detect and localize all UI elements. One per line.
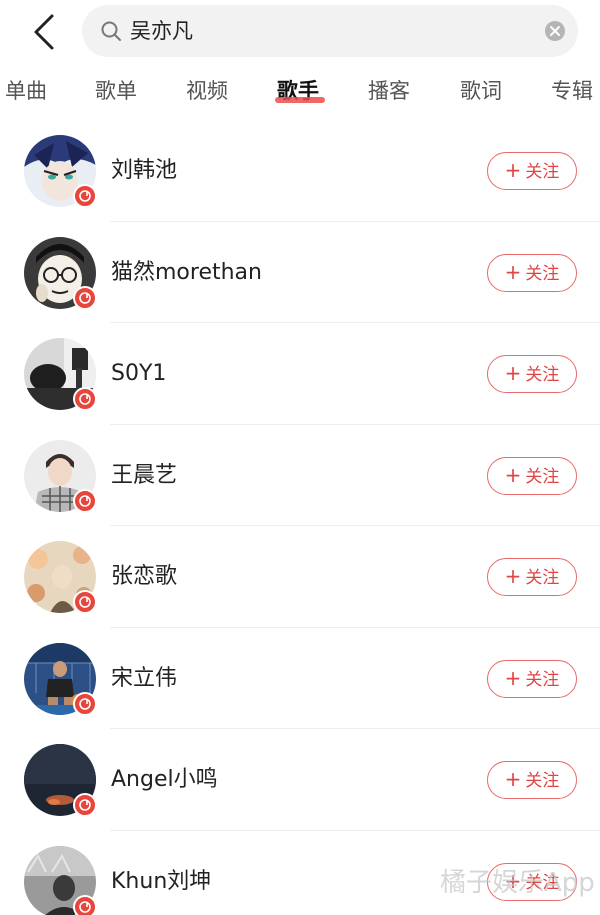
chevron-left-icon xyxy=(34,14,54,50)
search-tabs: 单曲 歌单 视频 歌手 播客 歌词 专辑 xyxy=(0,74,600,114)
search-input[interactable]: 吴亦凡 xyxy=(82,5,578,57)
artist-row[interactable]: 张恋歌 + 关注 xyxy=(0,526,600,628)
artist-name: Angel小鸣 xyxy=(111,767,218,792)
plus-icon: + xyxy=(504,665,522,690)
artist-row[interactable]: 王晨艺 + 关注 xyxy=(0,425,600,526)
artist-name: 猫然morethan xyxy=(111,259,262,285)
artist-name: 宋立伟 xyxy=(111,665,178,691)
plus-icon: + xyxy=(504,158,522,182)
plus-icon: + xyxy=(504,361,522,385)
tab-songs[interactable]: 单曲 xyxy=(5,74,47,108)
music-note-icon xyxy=(73,894,97,915)
artist-row[interactable]: Angel小鸣 + 关注 xyxy=(0,729,600,831)
search-header: 吴亦凡 xyxy=(0,0,600,62)
music-note-icon xyxy=(73,488,97,513)
back-button[interactable] xyxy=(26,10,66,54)
follow-button[interactable]: + 关注 xyxy=(487,456,577,495)
music-note-icon xyxy=(73,793,97,817)
music-note-icon xyxy=(73,285,97,310)
artist-name: 张恋歌 xyxy=(111,564,178,589)
music-note-icon xyxy=(73,691,97,716)
search-icon xyxy=(101,21,121,41)
clear-icon[interactable] xyxy=(544,20,566,42)
artist-row[interactable]: S0Y1 + 关注 xyxy=(0,323,600,425)
follow-button[interactable]: + 关注 xyxy=(487,152,577,190)
artist-name: Khun刘坤 xyxy=(111,868,212,894)
artist-row[interactable]: 刘韩池 + 关注 xyxy=(0,120,600,222)
plus-icon: + xyxy=(504,564,522,588)
music-note-icon xyxy=(73,387,97,411)
music-note-icon xyxy=(73,590,97,614)
artist-row[interactable]: 宋立伟 + 关注 xyxy=(0,628,600,729)
plus-icon: + xyxy=(504,462,522,487)
search-query: 吴亦凡 xyxy=(130,19,193,43)
watermark: 橘子娱乐App xyxy=(440,868,595,898)
plus-icon: + xyxy=(504,767,522,791)
tab-videos[interactable]: 视频 xyxy=(186,74,228,108)
follow-button[interactable]: + 关注 xyxy=(487,558,577,596)
artist-name: S0Y1 xyxy=(111,361,167,386)
tab-albums[interactable]: 专辑 xyxy=(551,74,593,108)
tab-podcasts[interactable]: 播客 xyxy=(368,74,410,108)
artist-name: 刘韩池 xyxy=(111,158,178,183)
artist-row[interactable]: 猫然morethan + 关注 xyxy=(0,222,600,323)
artist-list: 刘韩池 + 关注 猫然morethan + 关注 S0Y1 + 关注 王晨艺 +… xyxy=(0,120,600,915)
music-note-icon xyxy=(73,184,97,208)
tab-lyrics[interactable]: 歌词 xyxy=(460,74,502,108)
artist-name: 王晨艺 xyxy=(111,462,178,488)
follow-button[interactable]: + 关注 xyxy=(487,355,577,393)
follow-button[interactable]: + 关注 xyxy=(487,761,577,799)
active-tab-indicator xyxy=(275,97,325,103)
tab-playlists[interactable]: 歌单 xyxy=(95,74,137,108)
plus-icon: + xyxy=(504,259,522,284)
follow-button[interactable]: + 关注 xyxy=(487,253,577,292)
follow-button[interactable]: + 关注 xyxy=(487,659,577,698)
